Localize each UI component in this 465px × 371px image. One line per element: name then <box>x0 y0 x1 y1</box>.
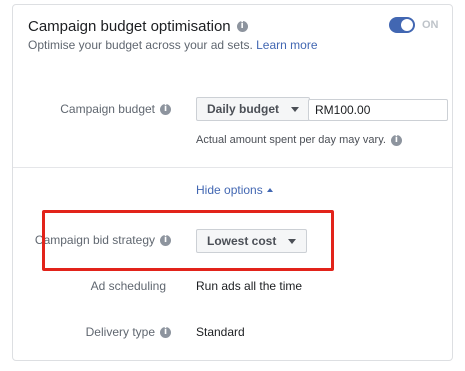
hide-options-link[interactable]: Hide options <box>196 183 273 197</box>
delivery-type-value: Standard <box>196 325 245 339</box>
budget-card: Campaign budget optimisation i Optimise … <box>12 4 453 361</box>
toggle-state-label: ON <box>422 19 439 31</box>
budget-note-text: Actual amount spent per day may vary. <box>196 134 386 146</box>
toggle-knob <box>401 19 413 31</box>
budget-note: Actual amount spent per day may vary. i <box>196 134 402 146</box>
hide-options-text: Hide options <box>196 183 263 197</box>
info-icon[interactable]: i <box>236 21 248 32</box>
highlight-box <box>42 210 334 271</box>
subtitle-text: Optimise your budget across your ad sets… <box>28 38 253 52</box>
budget-amount-input[interactable]: RM100.00 <box>308 99 448 121</box>
cbo-toggle[interactable] <box>389 17 415 33</box>
card-title: Campaign budget optimisation i <box>28 18 248 35</box>
info-icon[interactable]: i <box>160 326 171 338</box>
card-header: Campaign budget optimisation i Optimise … <box>13 5 452 59</box>
budget-type-value: Daily budget <box>207 102 280 116</box>
campaign-budget-label: Campaign budget i <box>1 102 171 116</box>
budget-amount-value: RM100.00 <box>315 103 371 117</box>
card-title-text: Campaign budget optimisation <box>28 18 231 35</box>
section-divider <box>13 167 452 168</box>
campaign-budget-label-text: Campaign budget <box>60 102 155 116</box>
learn-more-link[interactable]: Learn more <box>256 38 317 52</box>
chevron-down-icon <box>291 106 300 112</box>
info-icon[interactable]: i <box>160 103 171 115</box>
budget-type-dropdown[interactable]: Daily budget <box>196 97 311 121</box>
delivery-type-label-text: Delivery type <box>85 325 155 339</box>
ad-scheduling-label-text: Ad scheduling <box>90 279 166 293</box>
ad-scheduling-value: Run ads all the time <box>196 279 303 293</box>
info-icon[interactable]: i <box>390 134 402 146</box>
ad-scheduling-label: Ad scheduling <box>0 279 166 293</box>
chevron-up-icon <box>266 188 273 192</box>
delivery-type-label: Delivery type i <box>1 325 171 339</box>
card-subtitle: Optimise your budget across your ad sets… <box>28 38 318 52</box>
